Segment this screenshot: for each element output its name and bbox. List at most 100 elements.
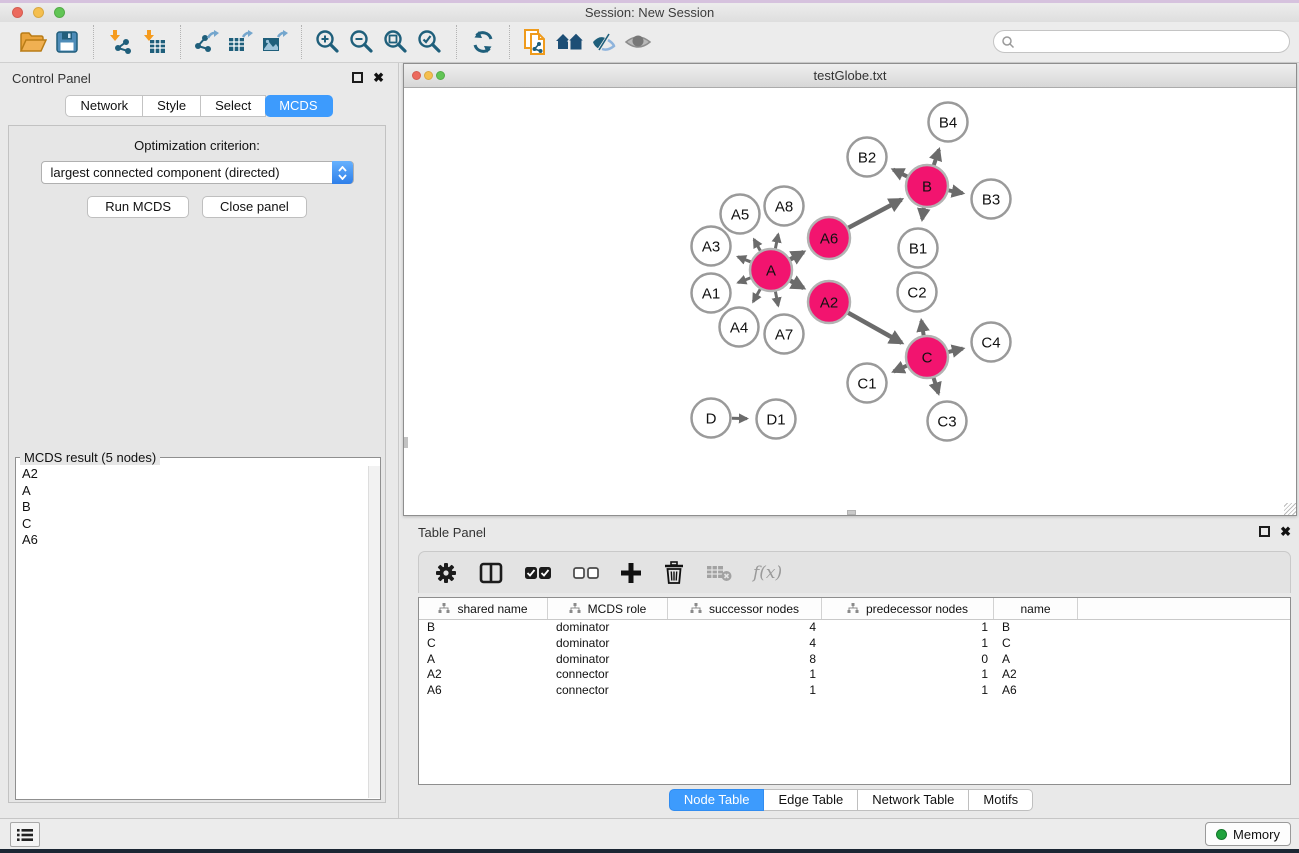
edge-A-A2[interactable]	[789, 280, 803, 288]
criterion-dropdown[interactable]: largest connected component (directed)	[41, 161, 354, 184]
network-window-titlebar[interactable]: testGlobe.txt	[404, 64, 1296, 88]
delete-table-icon[interactable]	[706, 560, 732, 586]
tab-edge-table[interactable]: Edge Table	[764, 789, 858, 811]
node-A2[interactable]: A2	[808, 281, 850, 323]
column-browser-icon[interactable]	[479, 560, 503, 586]
close-table-panel-icon[interactable]: ✖	[1280, 526, 1291, 537]
edge-C-C3[interactable]	[933, 377, 938, 393]
table-settings-icon[interactable]	[434, 560, 458, 586]
tab-motifs[interactable]: Motifs	[969, 789, 1033, 811]
task-history-button[interactable]	[10, 822, 40, 847]
show-all-icon[interactable]	[621, 26, 655, 58]
refresh-view-icon[interactable]	[466, 26, 500, 58]
edge-A-A7[interactable]	[775, 291, 778, 306]
tab-style[interactable]: Style	[143, 95, 201, 117]
table-row-c[interactable]: Cdominator41C	[419, 636, 1290, 652]
edge-A-A3[interactable]	[738, 257, 752, 262]
column-header-successor-nodes[interactable]: successor nodes	[668, 598, 822, 619]
edge-B-B3[interactable]	[948, 190, 963, 193]
node-A7[interactable]: A7	[765, 315, 804, 354]
close-panel-button[interactable]: Close panel	[202, 196, 307, 218]
memory-button[interactable]: Memory	[1205, 822, 1291, 846]
import-network-icon[interactable]	[103, 26, 137, 58]
float-panel-icon[interactable]	[352, 72, 363, 83]
edge-A-A1[interactable]	[738, 278, 751, 283]
table-row-a[interactable]: Adominator80A	[419, 652, 1290, 668]
tab-network[interactable]: Network	[65, 95, 143, 117]
result-scrollbar[interactable]	[368, 466, 380, 798]
export-table-icon[interactable]	[224, 26, 258, 58]
result-item-a6[interactable]: A6	[16, 532, 368, 549]
export-network-icon[interactable]	[190, 26, 224, 58]
node-B[interactable]: B	[906, 165, 948, 207]
network-canvas[interactable]: B4B2BB3B1A5A8A6A3AA1A2C2A4A7C4CC1C3DD1	[404, 88, 1296, 515]
tab-network-table[interactable]: Network Table	[858, 789, 969, 811]
deselect-all-checkboxes-icon[interactable]	[573, 560, 599, 586]
node-C3[interactable]: C3	[928, 402, 967, 441]
node-C2[interactable]: C2	[898, 273, 937, 312]
import-table-icon[interactable]	[137, 26, 171, 58]
horizontal-scroll-thumb[interactable]	[847, 510, 856, 515]
save-session-icon[interactable]	[50, 26, 84, 58]
result-item-a2[interactable]: A2	[16, 466, 368, 483]
edge-C-C2[interactable]	[921, 321, 923, 337]
tab-node-table[interactable]: Node Table	[669, 789, 765, 811]
node-B3[interactable]: B3	[972, 180, 1011, 219]
node-B1[interactable]: B1	[899, 229, 938, 268]
table-row-a6[interactable]: A6connector11A6	[419, 683, 1290, 699]
edge-A6-B[interactable]	[848, 200, 902, 229]
column-header-mcds-role[interactable]: MCDS role	[548, 598, 668, 619]
function-builder-icon[interactable]: f(x)	[753, 560, 782, 586]
node-C4[interactable]: C4	[972, 323, 1011, 362]
edge-A-A6[interactable]	[789, 252, 803, 260]
node-C1[interactable]: C1	[848, 364, 887, 403]
tab-select[interactable]: Select	[201, 95, 266, 117]
node-D1[interactable]: D1	[757, 400, 796, 439]
node-A[interactable]: A	[750, 249, 792, 291]
node-A5[interactable]: A5	[721, 195, 760, 234]
edge-B-B2[interactable]	[893, 170, 908, 177]
edge-C-C1[interactable]	[894, 365, 908, 371]
tab-mcds[interactable]: MCDS	[265, 95, 332, 117]
node-A4[interactable]: A4	[720, 308, 759, 347]
edge-B-B1[interactable]	[922, 207, 924, 220]
column-header-predecessor-nodes[interactable]: predecessor nodes	[822, 598, 994, 619]
edge-C-C4[interactable]	[947, 349, 962, 353]
zoom-in-icon[interactable]	[311, 26, 345, 58]
duplicate-network-icon[interactable]	[519, 26, 553, 58]
node-A6[interactable]: A6	[808, 217, 850, 259]
node-B4[interactable]: B4	[929, 103, 968, 142]
search-field[interactable]	[993, 30, 1290, 53]
close-panel-icon[interactable]: ✖	[373, 72, 384, 83]
zoom-out-icon[interactable]	[345, 26, 379, 58]
node-A8[interactable]: A8	[765, 187, 804, 226]
vertical-scroll-thumb[interactable]	[404, 437, 408, 448]
delete-column-icon[interactable]	[663, 560, 685, 586]
hide-selected-icon[interactable]	[587, 26, 621, 58]
export-image-icon[interactable]	[258, 26, 292, 58]
select-all-checkboxes-icon[interactable]	[524, 560, 552, 586]
home-layouts-icon[interactable]	[553, 26, 587, 58]
edge-A2-C[interactable]	[847, 312, 901, 343]
node-B2[interactable]: B2	[848, 138, 887, 177]
table-row-b[interactable]: Bdominator41B	[419, 620, 1290, 636]
column-header-name[interactable]: name	[994, 598, 1078, 619]
edge-A-A8[interactable]	[775, 234, 778, 249]
node-A1[interactable]: A1	[692, 274, 731, 313]
edge-A-A5[interactable]	[754, 239, 761, 251]
add-column-icon[interactable]	[620, 560, 642, 586]
zoom-fit-icon[interactable]	[379, 26, 413, 58]
result-item-a[interactable]: A	[16, 483, 368, 500]
resize-grip[interactable]	[1284, 503, 1296, 515]
result-item-c[interactable]: C	[16, 516, 368, 533]
result-item-b[interactable]: B	[16, 499, 368, 516]
table-row-a2[interactable]: A2connector11A2	[419, 667, 1290, 683]
edge-A-A4[interactable]	[753, 288, 761, 301]
edge-B-B4[interactable]	[934, 150, 940, 166]
node-C[interactable]: C	[906, 336, 948, 378]
zoom-selected-icon[interactable]	[413, 26, 447, 58]
column-header-shared-name[interactable]: shared name	[419, 598, 548, 619]
search-input[interactable]	[1015, 35, 1289, 49]
node-A3[interactable]: A3	[692, 227, 731, 266]
open-session-icon[interactable]	[16, 26, 50, 58]
